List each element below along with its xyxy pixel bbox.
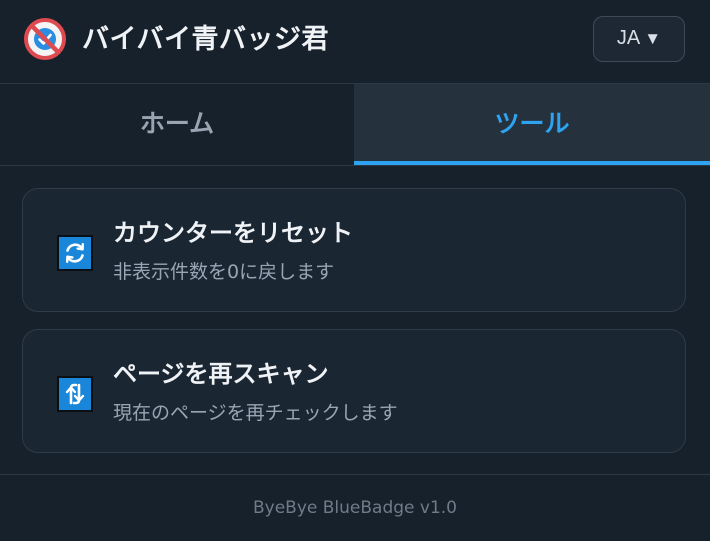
refresh-icon <box>57 235 93 271</box>
app-header: バイバイ青バッジ君 JA ▼ <box>0 0 710 84</box>
version-footer: ByeBye BlueBadge v1.0 <box>0 474 710 530</box>
reset-counter-button[interactable]: カウンターをリセット 非表示件数を0に戻します <box>22 188 686 312</box>
no-bluebadge-logo-icon <box>24 18 66 60</box>
tab-bar: ホーム ツール <box>0 84 710 166</box>
language-selected-value: JA <box>616 27 641 49</box>
rescan-page-button[interactable]: ページを再スキャン 現在のページを再チェックします <box>22 329 686 453</box>
chevron-down-icon: ▼ <box>644 29 662 48</box>
rescan-icon <box>57 376 93 412</box>
tab-tools[interactable]: ツール <box>354 84 710 165</box>
rescan-page-description: 現在のページを再チェックします <box>113 402 398 424</box>
tab-home[interactable]: ホーム <box>0 84 354 165</box>
rescan-page-title: ページを再スキャン <box>113 360 329 388</box>
language-select[interactable]: JA ▼ <box>593 16 685 62</box>
reset-counter-title: カウンターをリセット <box>113 219 353 247</box>
reset-counter-description: 非表示件数を0に戻します <box>113 261 335 283</box>
app-title: バイバイ青バッジ君 <box>82 24 329 55</box>
